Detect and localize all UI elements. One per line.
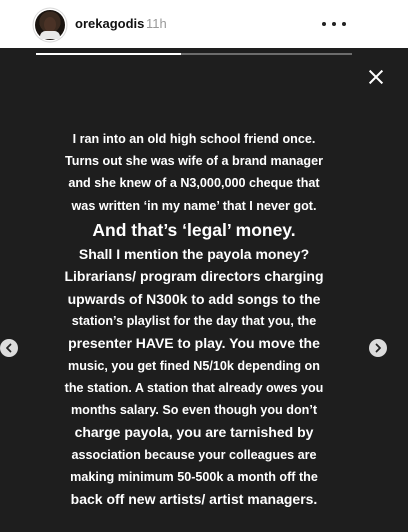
username[interactable]: orekagodis bbox=[75, 16, 144, 31]
story-header: orekagodis 11h bbox=[0, 0, 408, 48]
story-text-line: the station. A station that already owes… bbox=[64, 380, 324, 395]
story-text-line: Turns out she was wife of a brand manage… bbox=[65, 154, 323, 169]
left-backdrop bbox=[0, 48, 36, 532]
next-story-button[interactable] bbox=[369, 339, 387, 357]
story-text-line: And that’s ‘legal’ money. bbox=[92, 219, 296, 240]
story-text-line: charge payola, you are tarnished by bbox=[74, 424, 314, 441]
more-dot-icon bbox=[322, 22, 326, 26]
story-progress-fill bbox=[36, 53, 182, 55]
story-text-line: was written ‘in my name’ that I never go… bbox=[71, 198, 317, 213]
story-text-line: music, you get fined N5/10k depending on bbox=[68, 358, 320, 373]
more-dot-icon bbox=[332, 22, 336, 26]
more-options-button[interactable] bbox=[322, 14, 346, 34]
more-dot-icon bbox=[342, 22, 346, 26]
story-text-line: station’s playlist for the day that you,… bbox=[71, 314, 317, 329]
story-text-line: Shall I mention the payola money? bbox=[78, 245, 310, 262]
story-text-line: I ran into an old high school friend onc… bbox=[72, 132, 316, 146]
chevron-right-icon bbox=[375, 343, 381, 353]
story-text: I ran into an old high school friend onc… bbox=[44, 128, 344, 510]
time-ago: 11h bbox=[146, 16, 167, 31]
story-text-line: presenter HAVE to play. You move the bbox=[68, 335, 320, 352]
right-backdrop bbox=[352, 48, 408, 532]
story-text-line: months salary. So even though you don’t bbox=[70, 403, 318, 418]
story-text-line: and she knew of a N3,000,000 cheque that bbox=[68, 176, 320, 191]
previous-story-button[interactable] bbox=[0, 339, 18, 357]
avatar[interactable] bbox=[35, 10, 65, 40]
chevron-left-icon bbox=[6, 343, 12, 353]
story-text-line: back off new artists/ artist managers. bbox=[70, 491, 318, 508]
story-text-line: association because your colleagues are bbox=[71, 447, 317, 462]
story-text-line: upwards of N300k to add songs to the bbox=[67, 290, 321, 307]
avatar-face bbox=[44, 17, 56, 32]
story-progress-bar bbox=[36, 53, 352, 55]
close-icon[interactable] bbox=[366, 67, 386, 87]
avatar-shirt bbox=[40, 31, 60, 39]
story-text-line: making minimum 50-500k a month off the bbox=[70, 469, 318, 484]
story-text-line: Librarians/ program directors charging bbox=[64, 268, 324, 285]
